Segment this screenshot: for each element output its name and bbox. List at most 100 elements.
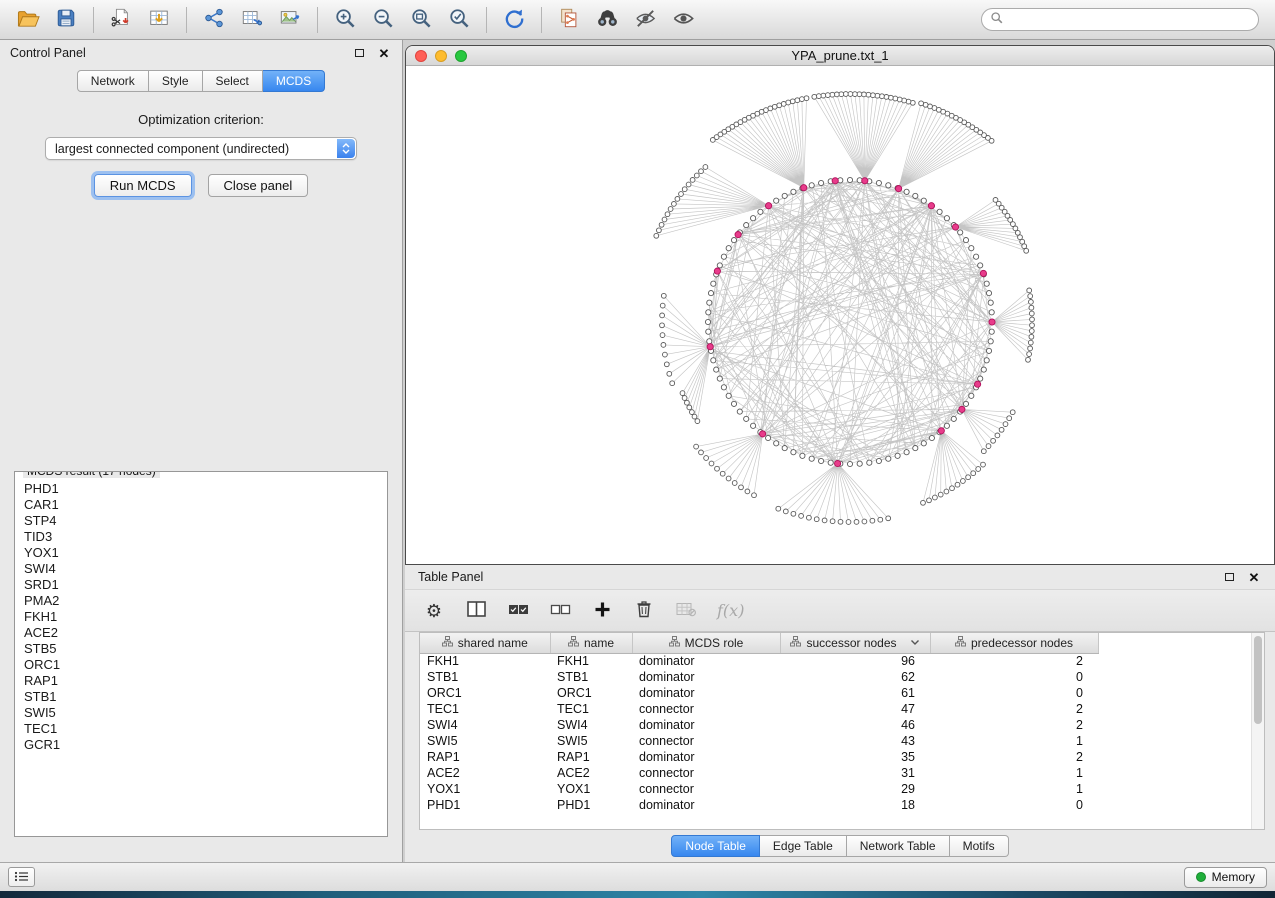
cell-shared-name[interactable]: ACE2 — [420, 765, 550, 781]
network-node[interactable] — [978, 263, 983, 268]
network-node[interactable] — [884, 95, 889, 100]
network-node[interactable] — [664, 362, 669, 367]
cell-successor-nodes[interactable]: 46 — [780, 717, 930, 733]
mcds-hub-node[interactable] — [975, 381, 981, 387]
network-node[interactable] — [709, 461, 714, 466]
network-node[interactable] — [752, 493, 757, 498]
mcds-hub-node[interactable] — [928, 203, 934, 209]
network-node[interactable] — [694, 444, 699, 449]
network-node[interactable] — [1029, 329, 1034, 334]
network-node[interactable] — [799, 514, 804, 519]
network-node[interactable] — [986, 291, 991, 296]
table-settings-button[interactable]: ⚙ — [423, 599, 445, 623]
network-node[interactable] — [667, 371, 672, 376]
network-node[interactable] — [969, 393, 974, 398]
network-node[interactable] — [1028, 340, 1033, 345]
float-panel-button[interactable] — [351, 45, 367, 61]
network-node[interactable] — [663, 352, 668, 357]
cell-mcds-role[interactable]: dominator — [632, 685, 780, 701]
network-node[interactable] — [944, 216, 949, 221]
network-node[interactable] — [870, 518, 875, 523]
network-node[interactable] — [791, 450, 796, 455]
network-node[interactable] — [657, 228, 662, 233]
cell-mcds-role[interactable]: dominator — [632, 653, 780, 669]
network-node[interactable] — [876, 458, 881, 463]
network-node[interactable] — [758, 209, 763, 214]
network-node[interactable] — [950, 486, 955, 491]
cell-predecessor-nodes[interactable]: 2 — [930, 701, 1098, 717]
zoom-fit-button[interactable] — [403, 5, 439, 35]
network-node[interactable] — [937, 209, 942, 214]
network-node[interactable] — [690, 178, 695, 183]
criterion-select[interactable]: largest connected component (undirected) — [45, 137, 357, 160]
delete-column-button[interactable] — [633, 599, 655, 623]
network-node[interactable] — [814, 517, 819, 522]
network-node[interactable] — [895, 453, 900, 458]
cell-shared-name[interactable]: PHD1 — [420, 797, 550, 813]
cell-mcds-role[interactable]: dominator — [632, 717, 780, 733]
network-node[interactable] — [687, 405, 692, 410]
cell-mcds-role[interactable]: dominator — [632, 669, 780, 685]
cell-name[interactable]: ORC1 — [550, 685, 632, 701]
network-node[interactable] — [720, 471, 725, 476]
cell-successor-nodes[interactable]: 47 — [780, 701, 930, 717]
network-node[interactable] — [660, 323, 665, 328]
network-node[interactable] — [913, 446, 918, 451]
network-node[interactable] — [717, 263, 722, 268]
network-node[interactable] — [668, 207, 673, 212]
table-row[interactable]: RAP1RAP1dominator352 — [420, 749, 1098, 765]
network-node[interactable] — [854, 520, 859, 525]
export-table-button[interactable] — [234, 5, 270, 35]
network-node[interactable] — [751, 423, 756, 428]
network-node[interactable] — [1026, 357, 1031, 362]
network-node[interactable] — [682, 396, 687, 401]
create-column-button[interactable] — [591, 599, 613, 623]
network-node[interactable] — [989, 329, 994, 334]
network-node[interactable] — [809, 456, 814, 461]
minimize-window-icon[interactable] — [435, 50, 447, 62]
cell-predecessor-nodes[interactable]: 0 — [930, 685, 1098, 701]
network-node[interactable] — [731, 238, 736, 243]
network-node[interactable] — [927, 498, 932, 503]
network-node[interactable] — [660, 313, 665, 318]
network-node[interactable] — [816, 94, 821, 99]
network-view[interactable] — [406, 66, 1274, 564]
network-node[interactable] — [782, 446, 787, 451]
network-node[interactable] — [706, 310, 711, 315]
mcds-result-item[interactable]: PMA2 — [15, 593, 387, 609]
toggle-graphics-details-button[interactable] — [627, 5, 663, 35]
network-node[interactable] — [714, 367, 719, 372]
cell-predecessor-nodes[interactable]: 1 — [930, 733, 1098, 749]
tab-motifs[interactable]: Motifs — [950, 835, 1009, 857]
network-node[interactable] — [809, 183, 814, 188]
network-node[interactable] — [821, 93, 826, 98]
network-node[interactable] — [685, 400, 690, 405]
cell-mcds-role[interactable]: connector — [632, 781, 780, 797]
network-node[interactable] — [737, 409, 742, 414]
cell-predecessor-nodes[interactable]: 0 — [930, 797, 1098, 813]
cell-shared-name[interactable]: FKH1 — [420, 653, 550, 669]
network-node[interactable] — [732, 481, 737, 486]
network-node[interactable] — [704, 456, 709, 461]
tab-node-table[interactable]: Node Table — [671, 835, 760, 857]
import-network-from-file-button[interactable] — [103, 5, 139, 35]
mcds-hub-node[interactable] — [896, 186, 902, 192]
network-node[interactable] — [692, 414, 697, 419]
network-node[interactable] — [904, 450, 909, 455]
network-node[interactable] — [791, 189, 796, 194]
network-node[interactable] — [694, 173, 699, 178]
network-node[interactable] — [878, 517, 883, 522]
apply-layout-button[interactable] — [496, 5, 532, 35]
network-node[interactable] — [800, 453, 805, 458]
network-node[interactable] — [955, 482, 960, 487]
network-node[interactable] — [989, 310, 994, 315]
mcds-result-item[interactable]: STB1 — [15, 689, 387, 705]
export-image-button[interactable] — [272, 5, 308, 35]
mcds-result-item[interactable]: STB5 — [15, 641, 387, 657]
network-node[interactable] — [690, 410, 695, 415]
network-node[interactable] — [929, 435, 934, 440]
network-node[interactable] — [822, 518, 827, 523]
mcds-hub-node[interactable] — [766, 203, 772, 209]
duplicate-network-button[interactable] — [551, 5, 587, 35]
table-row[interactable]: ACE2ACE2connector311 — [420, 765, 1098, 781]
